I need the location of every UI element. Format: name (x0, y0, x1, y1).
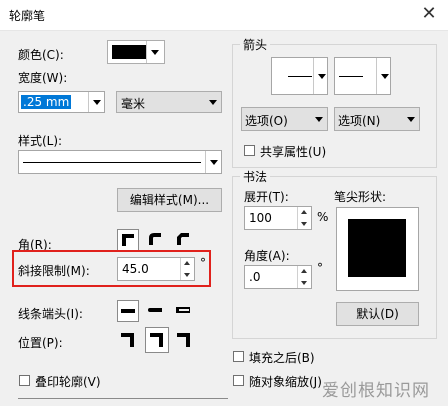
cap-butt-option[interactable] (117, 300, 139, 322)
width-value: .25 mm (21, 95, 72, 109)
miter-value: 45.0 (122, 262, 149, 276)
edit-style-button[interactable]: 编辑样式(M)... (117, 188, 222, 212)
stretch-label: 展开(T): (244, 190, 289, 204)
calligraphy-group-label: 书法 (240, 168, 271, 185)
overprint-checkbox[interactable] (19, 375, 30, 386)
round-cap-icon (148, 308, 162, 312)
angle-value: .0 (249, 270, 261, 284)
unit-select[interactable]: 毫米 (116, 91, 222, 113)
spinner-icon[interactable] (297, 266, 311, 288)
start-arrow-options-button[interactable]: 选项(O) (241, 107, 328, 131)
chevron-down-icon (403, 108, 419, 130)
stretch-unit: % (317, 210, 329, 224)
position-label: 位置(P): (18, 336, 63, 350)
nib-shape (348, 219, 406, 277)
watermark: 爱创根知识网 (322, 381, 430, 401)
butt-cap-icon (121, 309, 135, 313)
width-label: 宽度(W): (18, 71, 68, 85)
chevron-down-icon (313, 58, 327, 94)
default-button[interactable]: 默认(D) (336, 302, 419, 326)
options-label: 选项(O) (245, 114, 288, 128)
cap-square-option[interactable] (173, 300, 195, 322)
fill-behind-checkbox[interactable] (233, 351, 244, 362)
chevron-down-icon (88, 92, 104, 112)
corner-round-option[interactable] (145, 229, 167, 251)
end-arrow-options-button[interactable]: 选项(N) (334, 107, 420, 131)
center-position-icon (150, 333, 163, 347)
partial-divider (18, 398, 228, 399)
title-bar (0, 0, 448, 31)
stretch-input[interactable]: 100 (244, 206, 312, 230)
square-cap-icon (176, 307, 190, 313)
unit-value: 毫米 (121, 97, 146, 111)
color-picker-button[interactable] (107, 40, 165, 64)
spinner-icon[interactable] (180, 258, 194, 280)
chevron-down-icon (146, 41, 164, 63)
arrow-line-preview (288, 76, 312, 77)
corner-miter-option[interactable] (117, 229, 139, 251)
round-corner-icon (149, 233, 161, 245)
end-arrow-select[interactable] (334, 57, 391, 95)
miter-unit: ° (200, 256, 206, 270)
nib-shape-preview[interactable] (336, 207, 419, 291)
scale-with-object-label: 随对象缩放(J) (249, 375, 322, 389)
inside-position-icon (177, 333, 190, 347)
stretch-value: 100 (249, 211, 272, 225)
outside-position-icon (121, 333, 134, 347)
miter-limit-input[interactable]: 45.0 (117, 257, 195, 281)
scale-with-object-checkbox[interactable] (233, 375, 244, 386)
arrow-line-preview (339, 76, 363, 77)
window-title: 轮廓笔 (9, 9, 46, 23)
arrows-group-label: 箭头 (240, 36, 271, 53)
color-swatch (112, 45, 146, 59)
cap-label: 线条端头(I): (18, 307, 83, 321)
nib-shape-label: 笔尖形状: (334, 190, 387, 204)
close-icon[interactable]: ✕ (416, 2, 442, 26)
angle-label: 角度(A): (244, 249, 290, 263)
overprint-label: 叠印轮廓(V) (35, 375, 101, 389)
width-select[interactable]: .25 mm (18, 91, 105, 113)
style-select[interactable] (18, 150, 222, 174)
chevron-down-icon (205, 92, 221, 112)
miter-corner-icon (122, 234, 134, 246)
chevron-down-icon (205, 151, 221, 173)
start-arrow-select[interactable] (271, 57, 328, 95)
angle-unit: ° (317, 261, 323, 275)
corner-bevel-option[interactable] (173, 229, 195, 251)
position-center-option[interactable] (145, 327, 169, 353)
style-label: 样式(L): (18, 134, 63, 148)
spinner-icon[interactable] (297, 207, 311, 229)
options-label: 选项(N) (338, 114, 381, 128)
bevel-corner-icon (177, 233, 189, 245)
cap-round-option[interactable] (145, 300, 167, 322)
color-label: 颜色(C): (18, 48, 64, 62)
share-attributes-label: 共享属性(U) (260, 145, 327, 159)
miter-label: 斜接限制(M): (18, 264, 90, 278)
chevron-down-icon (311, 108, 327, 130)
line-style-preview (23, 162, 201, 163)
fill-behind-label: 填充之后(B) (249, 351, 315, 365)
angle-input[interactable]: .0 (244, 265, 312, 289)
position-inside-option[interactable] (173, 329, 195, 351)
position-outside-option[interactable] (117, 329, 139, 351)
share-attributes-checkbox[interactable] (244, 145, 255, 156)
chevron-down-icon (376, 58, 390, 94)
